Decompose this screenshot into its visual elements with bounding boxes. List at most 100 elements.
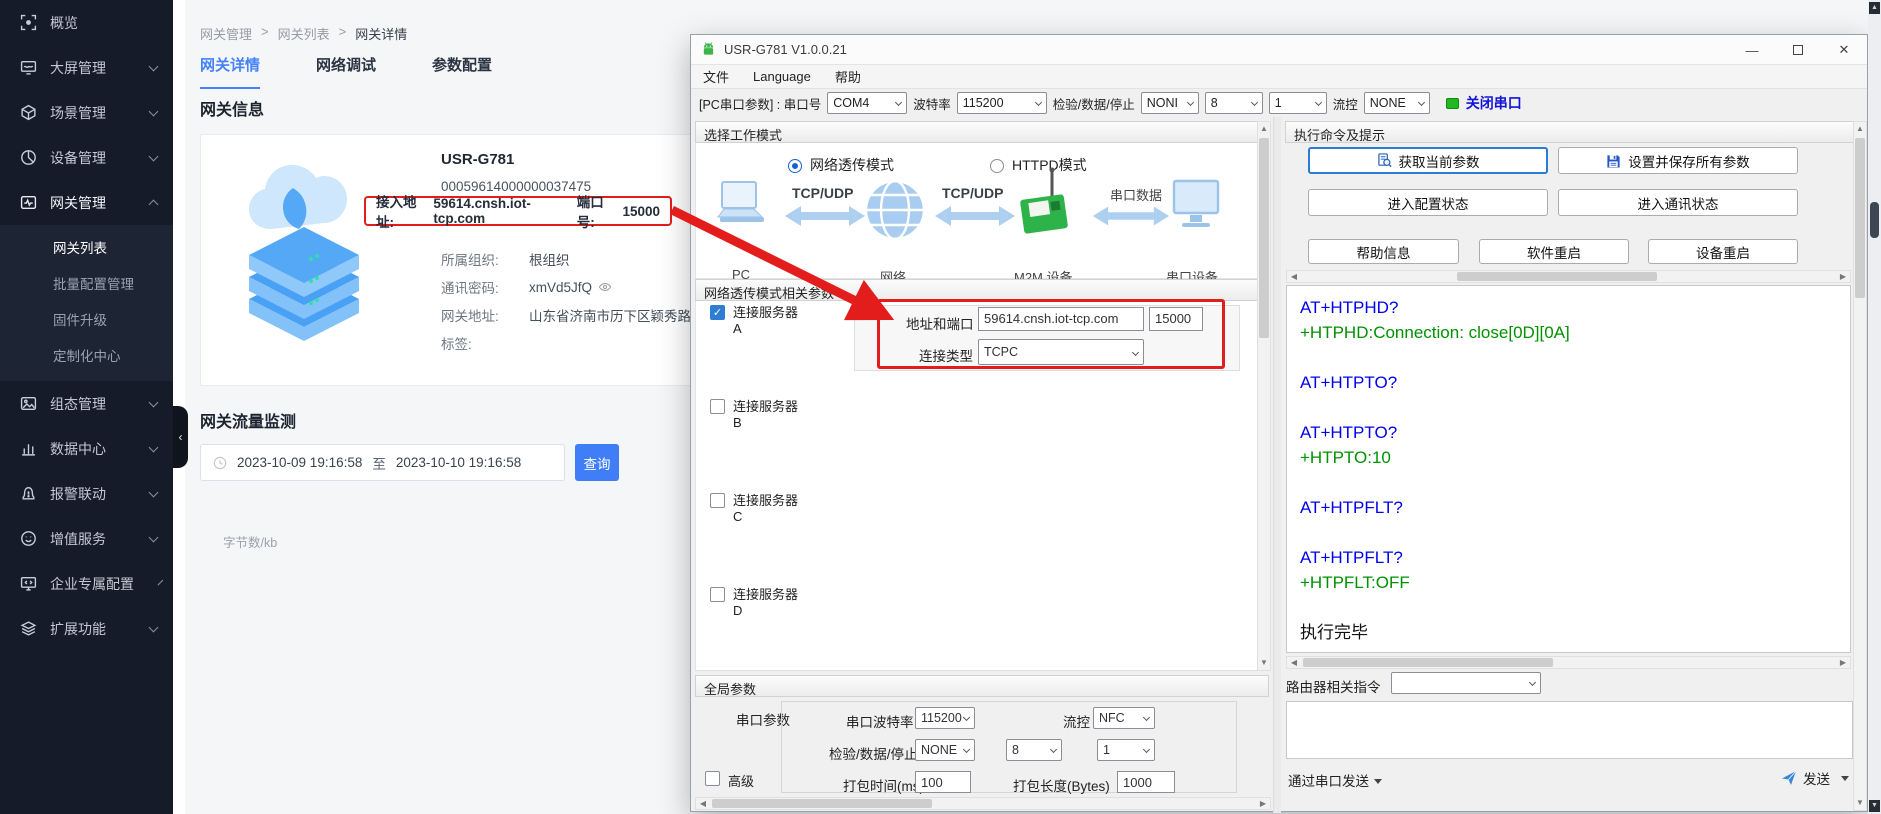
scroll-down-arrow-icon[interactable]: ▼ bbox=[1869, 800, 1880, 812]
send-plane-icon bbox=[1781, 770, 1797, 786]
tab-param-config[interactable]: 参数配置 bbox=[432, 54, 492, 89]
advanced-checkbox[interactable] bbox=[705, 771, 720, 786]
server-c-checkbox[interactable] bbox=[710, 493, 725, 508]
sidebar-item-gateway-mgmt[interactable]: 网关管理 bbox=[0, 180, 173, 225]
com-port-select[interactable]: COM4 bbox=[827, 92, 907, 114]
server-b-checkbox[interactable] bbox=[710, 399, 725, 414]
close-button[interactable]: ✕ bbox=[1821, 35, 1867, 65]
sidebar-item-label: 大屏管理 bbox=[50, 58, 106, 78]
enter-comm-state-button[interactable]: 进入通讯状态 bbox=[1558, 189, 1798, 216]
sidebar-item-value-added[interactable]: 增值服务 bbox=[0, 516, 173, 561]
close-serial-port-button[interactable]: 关闭串口 bbox=[1446, 93, 1522, 113]
chevron-down-icon bbox=[149, 532, 159, 542]
query-button[interactable]: 查询 bbox=[575, 444, 619, 481]
gateway-device-image bbox=[241, 151, 371, 351]
get-params-button[interactable]: 获取当前参数 bbox=[1308, 147, 1548, 174]
date-range-picker[interactable]: 2023-10-09 19:16:58 至 2023-10-10 19:16:5… bbox=[200, 444, 565, 481]
packlen-input[interactable]: 1000 bbox=[1117, 771, 1175, 793]
sidebar-item-data-center[interactable]: 数据中心 bbox=[0, 426, 173, 471]
g-flow-select[interactable]: NFC bbox=[1093, 707, 1155, 729]
access-address-highlight: 接入地址: 59614.cnsh.iot-tcp.com 端口号: 15000 bbox=[364, 196, 672, 226]
g-baud-select[interactable]: 115200 bbox=[915, 707, 975, 729]
databits-select[interactable]: 8 bbox=[1205, 92, 1263, 114]
flow-select[interactable]: NONE bbox=[1364, 92, 1430, 114]
send-buffer-input[interactable] bbox=[1286, 701, 1853, 759]
submenu-item-firmware-upgrade[interactable]: 固件升级 bbox=[0, 303, 173, 339]
radio-transparent-mode[interactable]: 网络透传模式 bbox=[788, 155, 894, 175]
layers-icon bbox=[20, 620, 37, 637]
command-area-scrollbar[interactable]: ◀▶ bbox=[1286, 270, 1851, 283]
server-d-checkbox[interactable] bbox=[710, 587, 725, 602]
device-restart-button[interactable]: 设备重启 bbox=[1648, 239, 1798, 264]
window-titlebar[interactable]: USR-G781 V1.0.0.21 — ✕ bbox=[691, 35, 1867, 65]
menu-language[interactable]: Language bbox=[753, 69, 811, 84]
tab-network-debug[interactable]: 网络调试 bbox=[316, 54, 376, 89]
chevron-down-icon bbox=[1187, 99, 1194, 106]
big-screen-icon bbox=[20, 59, 37, 76]
maximize-button[interactable] bbox=[1775, 35, 1821, 65]
enter-config-state-button[interactable]: 进入配置状态 bbox=[1308, 189, 1548, 216]
chevron-down-icon bbox=[149, 397, 159, 407]
date-to[interactable]: 2023-10-10 19:16:58 bbox=[396, 455, 521, 470]
g-stopbits-select[interactable]: 1 bbox=[1097, 739, 1155, 761]
date-from[interactable]: 2023-10-09 19:16:58 bbox=[237, 455, 362, 470]
g-parity-select[interactable]: NONE bbox=[915, 739, 975, 761]
router-command-select[interactable] bbox=[1391, 672, 1541, 694]
sidebar-item-extensions[interactable]: 扩展功能 bbox=[0, 606, 173, 651]
packtime-input[interactable]: 100 bbox=[915, 771, 971, 793]
sidebar-item-enterprise-config[interactable]: 企业专属配置 bbox=[0, 561, 173, 606]
g-databits-select[interactable]: 8 bbox=[1006, 739, 1062, 761]
browser-scrollbar[interactable]: ▲ ▼ bbox=[1868, 0, 1881, 814]
baud-select[interactable]: 115200 bbox=[957, 92, 1047, 114]
log-line: AT+HTPFLT? bbox=[1300, 495, 1837, 520]
scroll-up-arrow-icon[interactable]: ▲ bbox=[1869, 2, 1880, 14]
left-panel-horizontal-scrollbar[interactable]: ◀▶ bbox=[695, 797, 1271, 810]
sidebar-item-label: 增值服务 bbox=[50, 529, 106, 549]
parity-select[interactable]: NONI bbox=[1141, 92, 1199, 114]
submenu-item-gateway-list[interactable]: 网关列表 bbox=[0, 231, 173, 267]
field-tags: 标签: bbox=[441, 333, 529, 353]
arrow-pc-net-icon bbox=[784, 205, 866, 227]
access-address-label: 接入地址: bbox=[376, 191, 426, 231]
send-button[interactable]: 发送 bbox=[1781, 768, 1849, 788]
log-line: AT+HTPTO? bbox=[1300, 420, 1837, 445]
sidebar-item-alarm-linkage[interactable]: 报警联动 bbox=[0, 471, 173, 516]
scrollbar-thumb[interactable] bbox=[1870, 202, 1879, 238]
menu-file[interactable]: 文件 bbox=[703, 67, 729, 86]
server-a-checkbox[interactable]: ✓ bbox=[710, 305, 725, 320]
sidebar-item-screen-mgmt[interactable]: 大屏管理 bbox=[0, 45, 173, 90]
log-horizontal-scrollbar[interactable]: ◀▶ bbox=[1286, 656, 1851, 669]
right-panel-vertical-scrollbar[interactable]: ▲ ▼ bbox=[1853, 121, 1867, 811]
field-address: 网关地址: 山东省济南市历下区颖秀路 bbox=[441, 305, 691, 325]
packlen-label: 打包长度(Bytes) bbox=[1013, 775, 1110, 795]
stopbits-select[interactable]: 1 bbox=[1269, 92, 1327, 114]
sidebar-collapse-handle[interactable]: ‹ bbox=[173, 406, 188, 468]
send-via-serial-dropdown[interactable]: 通过串口发送 bbox=[1288, 770, 1382, 790]
field-label: 所属组织: bbox=[441, 249, 529, 269]
server-a-config-highlight bbox=[877, 299, 1225, 369]
chevron-down-icon bbox=[1251, 99, 1258, 106]
sidebar-item-hmi-mgmt[interactable]: 组态管理 bbox=[0, 381, 173, 426]
at-log[interactable]: AT+HTPHD?+HTPHD:Connection: close[0D][0A… bbox=[1286, 285, 1851, 653]
panel-splitter[interactable] bbox=[1273, 117, 1281, 813]
log-line: 执行完毕 bbox=[1300, 620, 1837, 645]
submenu-item-customization[interactable]: 定制化中心 bbox=[0, 339, 173, 375]
menu-help[interactable]: 帮助 bbox=[835, 67, 861, 86]
server-a-row: ✓ 连接服务器A bbox=[710, 305, 798, 337]
sidebar-item-overview[interactable]: 概览 bbox=[0, 0, 173, 45]
help-info-button[interactable]: 帮助信息 bbox=[1308, 239, 1459, 264]
show-password-eye-icon[interactable] bbox=[598, 280, 612, 294]
software-restart-button[interactable]: 软件重启 bbox=[1479, 239, 1629, 264]
sidebar-item-device-mgmt[interactable]: 设备管理 bbox=[0, 135, 173, 180]
save-all-params-button[interactable]: 设置并保存所有参数 bbox=[1558, 147, 1798, 174]
breadcrumb-gateway-mgmt[interactable]: 网关管理 bbox=[200, 24, 252, 43]
sidebar-item-scene-mgmt[interactable]: 场景管理 bbox=[0, 90, 173, 135]
left-panel-vertical-scrollbar[interactable]: ▲ ▼ bbox=[1257, 121, 1271, 671]
submenu-item-batch-config[interactable]: 批量配置管理 bbox=[0, 267, 173, 303]
field-org: 所属组织: 根组织 bbox=[441, 249, 570, 269]
log-line bbox=[1300, 595, 1837, 620]
gateway-icon bbox=[20, 194, 37, 211]
tab-gateway-detail[interactable]: 网关详情 bbox=[200, 54, 260, 89]
breadcrumb-gateway-list[interactable]: 网关列表 bbox=[278, 24, 330, 43]
minimize-button[interactable]: — bbox=[1729, 35, 1775, 65]
